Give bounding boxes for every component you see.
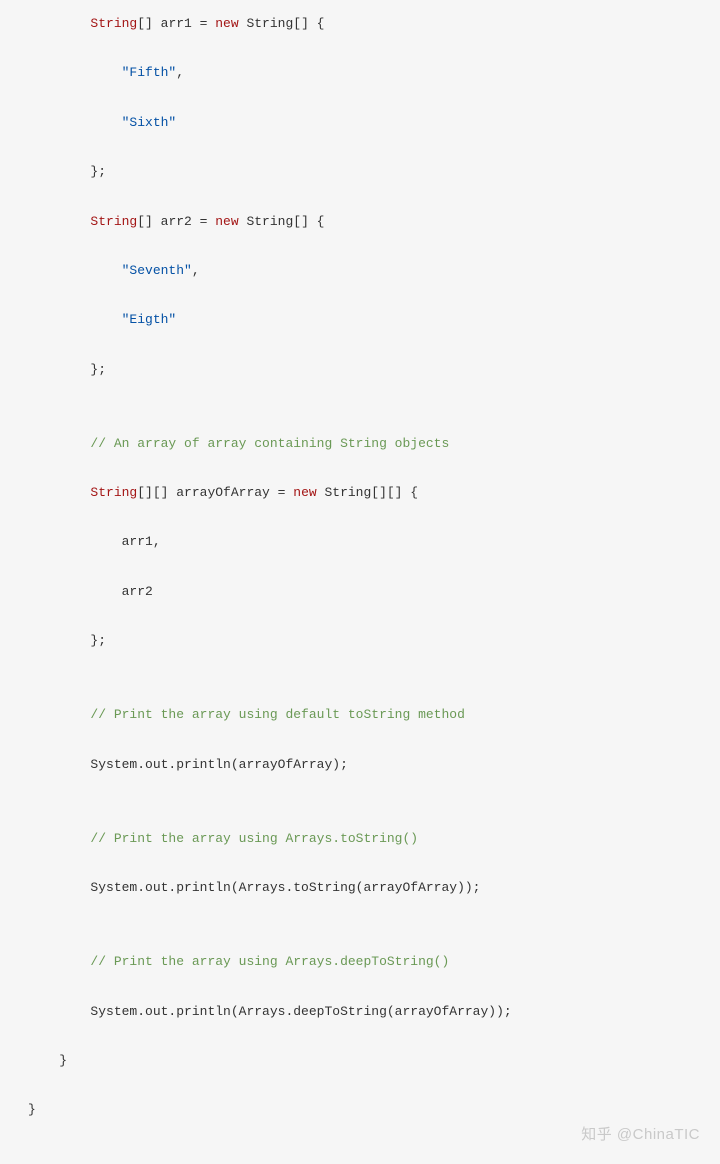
string-literal: "Eigth" (122, 312, 177, 327)
code-snippet: String[] arr1 = new String[] { "Fifth", … (0, 0, 720, 1164)
string-literal: "Seventh" (122, 263, 192, 278)
code-line-20: System.out.println(Arrays.toString(array… (0, 876, 720, 901)
code-line-19: // Print the array using Arrays.toString… (0, 827, 720, 852)
code-line-06: "Seventh", (0, 259, 720, 284)
code-line-03: "Sixth" (0, 111, 720, 136)
new-keyword: new (293, 485, 316, 500)
string-literal: "Fifth" (122, 65, 177, 80)
code-line-12: arr1, (0, 530, 720, 555)
code-line-11: String[][] arrayOfArray = new String[][]… (0, 481, 720, 506)
comment: // Print the array using default toStrin… (90, 707, 464, 722)
code-line-05: String[] arr2 = new String[] { (0, 210, 720, 235)
code-line-10: // An array of array containing String o… (0, 432, 720, 457)
type-keyword: String (90, 16, 137, 31)
string-literal: "Sixth" (122, 115, 177, 130)
new-keyword: new (215, 214, 238, 229)
code-line-01: String[] arr1 = new String[] { (0, 12, 720, 37)
code-line-02: "Fifth", (0, 61, 720, 86)
code-line-14: }; (0, 629, 720, 654)
code-line-13: arr2 (0, 580, 720, 605)
code-line-08: }; (0, 358, 720, 383)
comment: // An array of array containing String o… (90, 436, 449, 451)
code-pre: String[] arr1 = new String[] { "Fifth", … (0, 12, 720, 1148)
comment: // Print the array using Arrays.toString… (90, 831, 418, 846)
code-line-07: "Eigth" (0, 308, 720, 333)
type-keyword: String (90, 214, 137, 229)
code-line-24: } (0, 1049, 720, 1074)
watermark: 知乎 @ChinaTIC (581, 1121, 700, 1150)
comment: // Print the array using Arrays.deepToSt… (90, 954, 449, 969)
type-keyword: String (90, 485, 137, 500)
code-line-16: // Print the array using default toStrin… (0, 703, 720, 728)
code-line-04: }; (0, 160, 720, 185)
code-line-17: System.out.println(arrayOfArray); (0, 753, 720, 778)
code-line-22: // Print the array using Arrays.deepToSt… (0, 950, 720, 975)
new-keyword: new (215, 16, 238, 31)
code-line-25: } (0, 1098, 720, 1123)
code-line-23: System.out.println(Arrays.deepToString(a… (0, 1000, 720, 1025)
